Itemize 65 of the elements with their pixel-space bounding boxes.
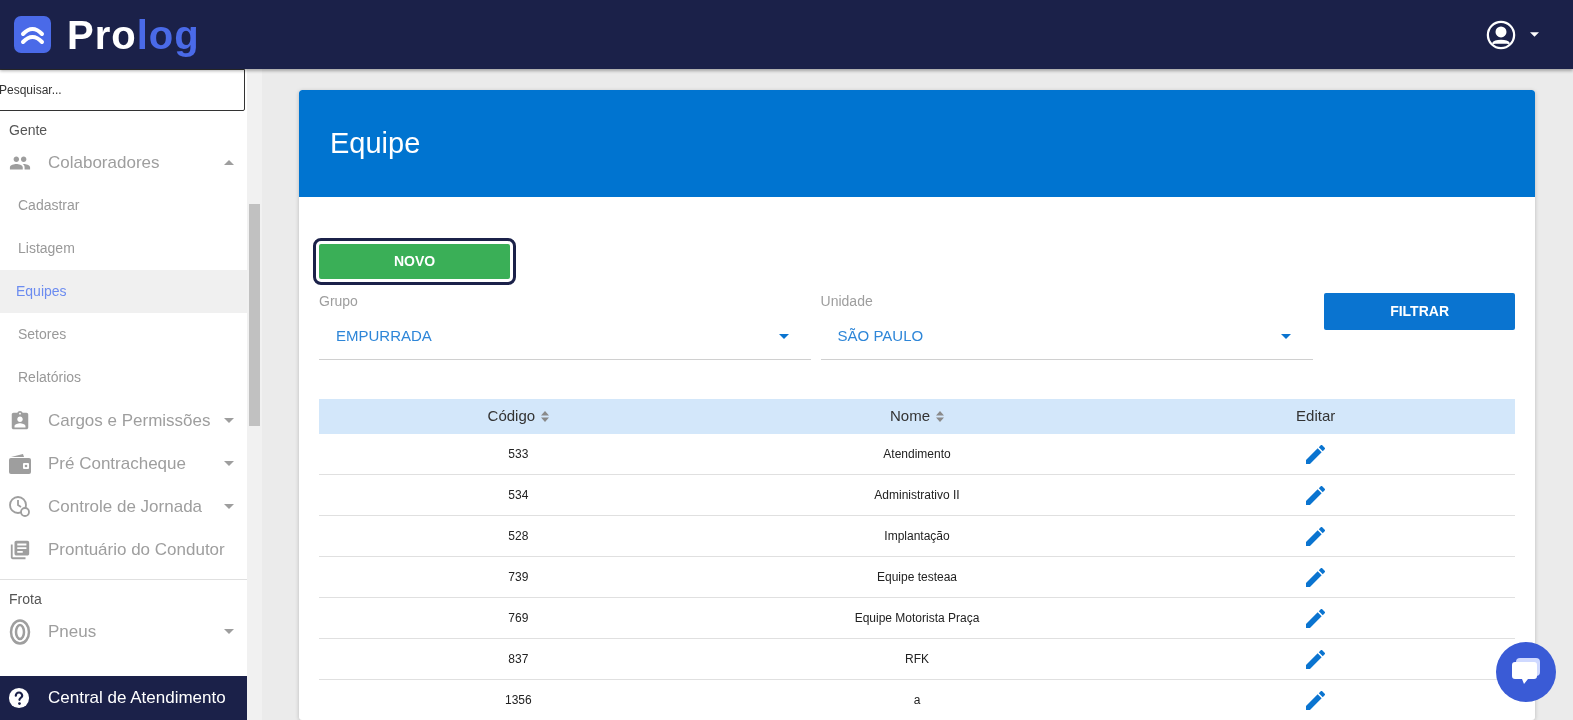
caret-down-icon bbox=[224, 461, 234, 466]
field-label: Grupo bbox=[319, 292, 359, 309]
table-cell-text: Equipe Motorista Praça bbox=[854, 610, 980, 627]
help-center-button[interactable]: Central de Atendimento bbox=[0, 676, 247, 720]
caret-down-icon bbox=[224, 629, 234, 634]
column-header: Editar bbox=[1296, 406, 1336, 427]
caret-up-icon bbox=[224, 160, 234, 165]
edit-pencil-icon[interactable] bbox=[1306, 608, 1326, 628]
table-cell-text: 837 bbox=[508, 651, 529, 668]
table-cell-text: 739 bbox=[508, 569, 529, 586]
user-avatar-icon[interactable] bbox=[1486, 19, 1516, 50]
clock-icon bbox=[8, 494, 32, 519]
wallet-icon bbox=[8, 452, 32, 475]
sidebar-subitem[interactable]: Relatórios bbox=[0, 356, 247, 399]
table-cell-text: 528 bbox=[508, 528, 529, 545]
sidebar-menu-item[interactable]: Cargos e Permissões bbox=[0, 399, 247, 442]
section-heading: Gente bbox=[8, 121, 49, 140]
edit-pencil-icon[interactable] bbox=[1306, 526, 1326, 546]
search-field[interactable]: Pesquisar... bbox=[0, 69, 245, 111]
logo-icon bbox=[14, 16, 51, 53]
sort-icon[interactable] bbox=[541, 411, 550, 422]
section-heading: Frota bbox=[8, 590, 43, 609]
sidebar-menu-item[interactable]: Prontuário do Condutor bbox=[0, 528, 247, 571]
edit-pencil-icon[interactable] bbox=[1306, 444, 1326, 464]
table-cell-text: 533 bbox=[508, 446, 529, 463]
edit-pencil-icon[interactable] bbox=[1306, 649, 1326, 669]
caret-down-icon bbox=[224, 418, 234, 423]
caret-down-icon[interactable] bbox=[1530, 32, 1539, 37]
filter-button[interactable]: FILTRAR bbox=[1324, 293, 1515, 330]
tire-icon bbox=[9, 618, 31, 645]
sidebar-subitem[interactable]: Cadastrar bbox=[0, 184, 247, 227]
sidebar-menu-item[interactable]: Pneus bbox=[0, 610, 247, 653]
logo-wordmark: Prolog bbox=[67, 14, 200, 55]
table-cell-text: 534 bbox=[508, 487, 529, 504]
sidebar-subitem[interactable]: Equipes bbox=[0, 270, 247, 313]
table-cell-text: 1356 bbox=[505, 692, 532, 709]
column-header[interactable]: Nome bbox=[890, 405, 930, 428]
table-cell-text: a bbox=[913, 692, 921, 709]
sidebar-menu-item[interactable]: Pré Contracheque bbox=[0, 442, 247, 485]
caret-down-icon bbox=[224, 504, 234, 509]
help-icon bbox=[8, 687, 30, 709]
document-list-icon bbox=[9, 538, 31, 561]
edit-pencil-icon[interactable] bbox=[1306, 690, 1326, 710]
table-cell-text: Implantação bbox=[884, 528, 950, 545]
caret-down-icon bbox=[778, 334, 789, 339]
dropdown-field[interactable]: SÃO PAULO bbox=[820, 314, 1314, 360]
sidebar-menu-item[interactable]: Colaboradores bbox=[0, 141, 247, 184]
table-cell-text: Equipe testeaa bbox=[876, 569, 958, 586]
field-label: Unidade bbox=[820, 292, 874, 309]
scrollbar[interactable] bbox=[247, 69, 262, 720]
edit-pencil-icon[interactable] bbox=[1306, 567, 1326, 587]
dropdown-field[interactable]: EMPURRADA bbox=[319, 314, 811, 360]
table-cell-text: RFK bbox=[905, 651, 929, 668]
table-cell-text: Atendimento bbox=[883, 446, 951, 463]
badge-icon bbox=[9, 409, 31, 432]
column-header[interactable]: Código bbox=[487, 405, 536, 428]
caret-down-icon bbox=[1281, 334, 1292, 339]
table-cell-text: Administrativo II bbox=[874, 487, 960, 504]
sort-icon[interactable] bbox=[936, 411, 944, 422]
sidebar-subitem[interactable]: Listagem bbox=[0, 227, 247, 270]
sidebar-subitem[interactable]: Setores bbox=[0, 313, 247, 356]
sidebar-menu-item[interactable]: Controle de Jornada bbox=[0, 485, 247, 528]
page-title: Equipe bbox=[330, 125, 421, 161]
table-cell-text: 769 bbox=[508, 610, 529, 627]
edit-pencil-icon[interactable] bbox=[1306, 485, 1326, 505]
